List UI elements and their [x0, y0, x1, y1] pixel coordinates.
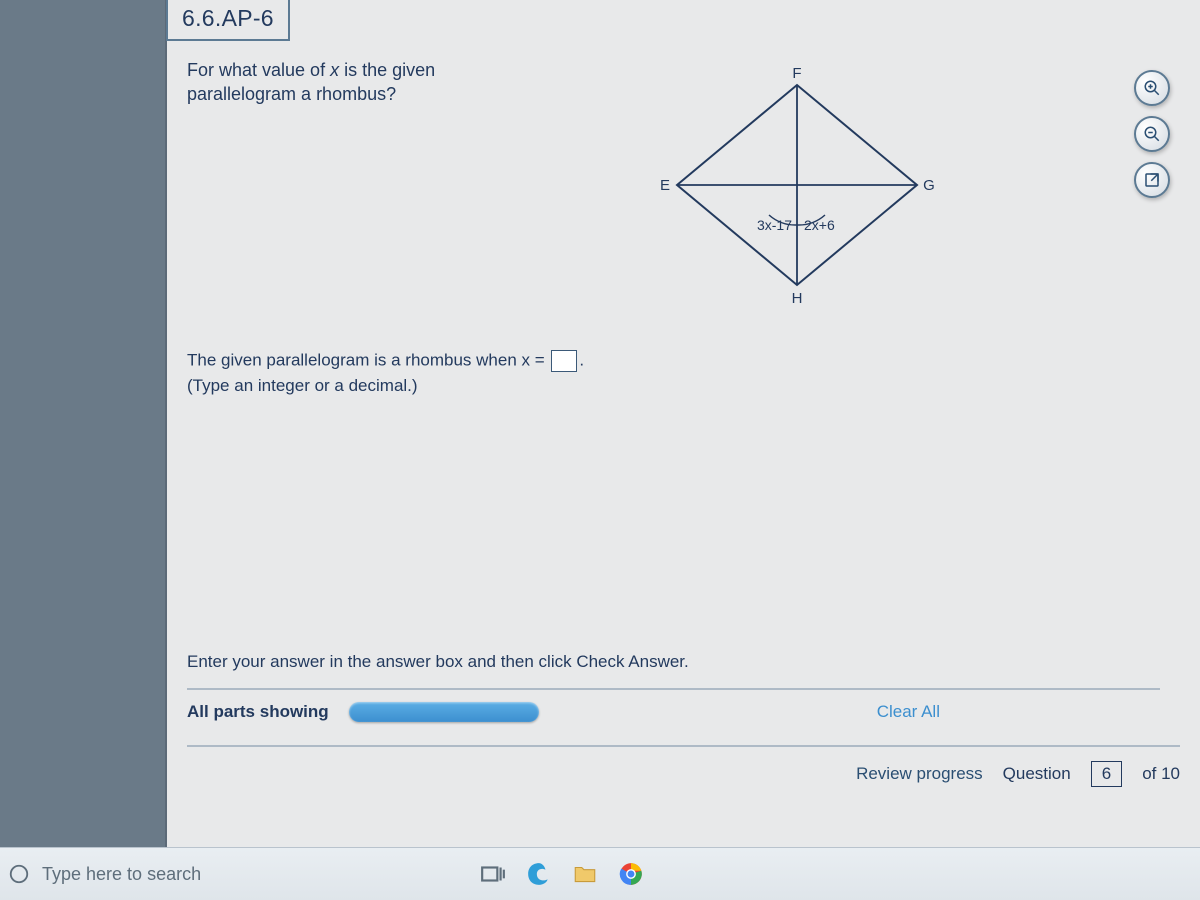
- zoom-out-button[interactable]: [1134, 116, 1170, 152]
- review-progress-label[interactable]: Review progress: [856, 764, 983, 784]
- svg-text:2x+6: 2x+6: [804, 217, 835, 233]
- popout-icon: [1143, 171, 1161, 189]
- answer-period: .: [579, 350, 584, 369]
- windows-taskbar: Type here to search: [0, 847, 1200, 900]
- answer-line: The given parallelogram is a rhombus whe…: [187, 350, 1160, 372]
- svg-text:E: E: [660, 177, 670, 194]
- zoom-out-icon: [1143, 125, 1161, 143]
- svg-text:H: H: [792, 290, 803, 307]
- zoom-in-icon: [1143, 79, 1161, 97]
- file-explorer-icon[interactable]: [565, 854, 605, 894]
- svg-text:F: F: [792, 65, 801, 82]
- task-view-icon[interactable]: [473, 854, 513, 894]
- footer-instruction: Enter your answer in the answer box and …: [187, 652, 1160, 672]
- review-row: Review progress Question 6 of 10: [187, 745, 1180, 787]
- question-number-box: 6: [1091, 761, 1122, 787]
- edge-icon[interactable]: [519, 854, 559, 894]
- popout-button[interactable]: [1134, 162, 1170, 198]
- chrome-icon[interactable]: [611, 854, 651, 894]
- taskbar-search-input[interactable]: Type here to search: [42, 864, 201, 885]
- question-of-total: of 10: [1142, 764, 1180, 784]
- rhombus-diagram: F E G H 3x-17 2x+6: [647, 60, 947, 310]
- answer-input[interactable]: [551, 350, 577, 372]
- problem-id-tab: 6.6.AP-6: [166, 0, 290, 41]
- parts-row: All parts showing Clear All: [187, 688, 1160, 722]
- question-prefix: For what value of: [187, 60, 330, 80]
- content-area: 6.6.AP-6 For what value of x is the give…: [165, 0, 1200, 847]
- answer-prefix: The given parallelogram is a rhombus whe…: [187, 350, 545, 369]
- answer-hint: (Type an integer or a decimal.): [187, 376, 1160, 396]
- diagram-toolbar: [1134, 70, 1170, 198]
- clear-all-button[interactable]: Clear All: [877, 702, 940, 722]
- zoom-in-button[interactable]: [1134, 70, 1170, 106]
- parts-label: All parts showing: [187, 702, 329, 722]
- svg-text:3x-17: 3x-17: [757, 217, 792, 233]
- answer-section: The given parallelogram is a rhombus whe…: [187, 350, 1160, 396]
- part-progress-pill[interactable]: [349, 702, 539, 722]
- cortana-icon[interactable]: [8, 863, 30, 885]
- question-word: Question: [1003, 764, 1071, 784]
- question-variable: x: [330, 60, 339, 80]
- question-text: For what value of x is the given paralle…: [187, 58, 487, 107]
- svg-text:G: G: [923, 177, 935, 194]
